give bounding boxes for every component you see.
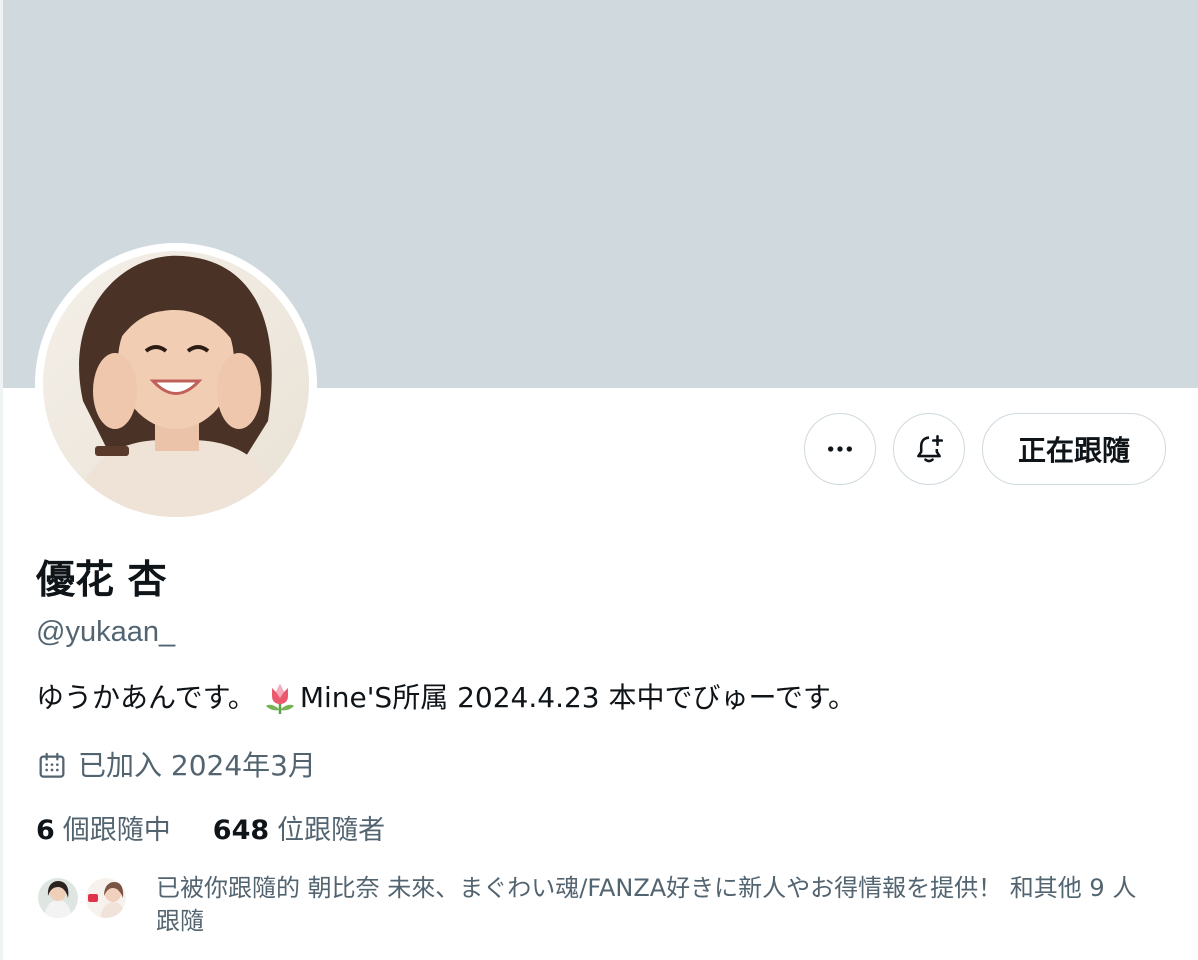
avatar-photo xyxy=(43,251,309,517)
bio-text-start: ゆうかあんです。 xyxy=(36,681,256,714)
followers-you-know[interactable]: 已被你跟隨的 朝比奈 未來、まぐわい魂/FANZA好きに新人やお得情報を提供！ … xyxy=(36,872,1156,938)
mutual-avatar xyxy=(84,876,128,920)
joined-text: 已加入 2024年3月 xyxy=(78,749,316,782)
mutual-avatars xyxy=(36,872,136,920)
bio: ゆうかあんです。 Mine'S所属 2024.4.23 本中でびゅーです。 xyxy=(36,680,856,716)
profile-page: 正在跟隨 優花 杏 @yukaan_ ゆうかあんです。 Mine'S所属 202… xyxy=(0,0,1198,960)
avatar[interactable] xyxy=(43,251,309,517)
bell-plus-icon xyxy=(917,434,944,463)
more-button[interactable] xyxy=(803,413,876,485)
followers-link[interactable]: 648 位跟隨者 xyxy=(213,814,385,848)
following-button[interactable]: 正在跟隨 xyxy=(981,413,1166,485)
following-link[interactable]: 6 個跟隨中 xyxy=(36,814,171,848)
user-handle: @yukaan_ xyxy=(36,616,176,648)
bio-text-end: Mine'S所属 2024.4.23 本中でびゅーです。 xyxy=(299,681,857,714)
tulip-icon xyxy=(265,684,294,714)
following-count: 6 xyxy=(36,815,55,846)
notify-button[interactable] xyxy=(892,413,965,485)
followers-label: 位跟隨者 xyxy=(277,815,386,846)
follow-stats: 6 個跟隨中 648 位跟隨者 xyxy=(36,814,385,848)
mutual-followers-text: 已被你跟隨的 朝比奈 未來、まぐわい魂/FANZA好きに新人やお得情報を提供！ … xyxy=(156,874,1137,935)
more-icon xyxy=(827,446,852,452)
calendar-icon xyxy=(39,752,65,778)
joined-date: 已加入 2024年3月 xyxy=(36,748,316,784)
display-name: 優花 杏 xyxy=(36,558,167,603)
profile-actions: 正在跟隨 xyxy=(803,413,1166,485)
followers-count: 648 xyxy=(212,815,270,846)
mutual-avatar xyxy=(36,876,80,920)
following-label: 個跟隨中 xyxy=(62,815,171,846)
